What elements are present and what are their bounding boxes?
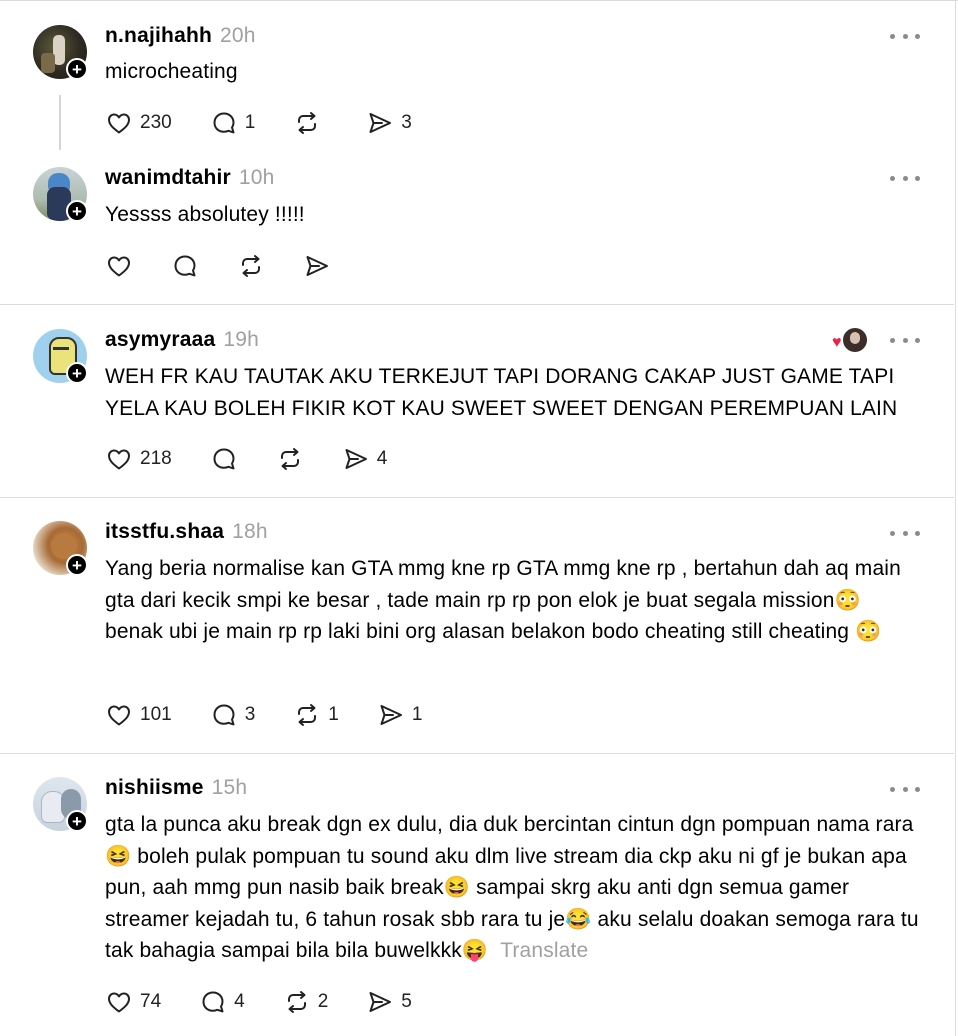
repost-count: 2 [317,991,329,1012]
post-text: microcheating [105,60,238,83]
post-text: Yang beria normalise kan GTA mmg kne rp … [105,557,901,643]
heart-icon [108,992,130,1013]
follow-plus-icon[interactable]: + [66,554,88,576]
post-time: 10h [238,166,275,189]
post-time: 18h [232,520,268,543]
like-button[interactable] [105,252,133,280]
more-options-icon[interactable] [890,782,920,796]
reply-count: 1 [244,112,256,133]
send-icon [380,705,402,725]
reply-button[interactable]: 3 [210,701,256,729]
post-divider [0,753,954,754]
reply-count: 4 [234,991,245,1012]
follow-plus-icon[interactable]: + [66,200,88,222]
author-liked-indicator: ♥ [832,327,868,353]
post-actions [105,251,369,281]
post-actions: 101 3 1 1 [105,700,460,730]
top-border [0,0,958,1]
right-border [955,0,956,1036]
repost-count: 1 [328,704,339,725]
like-button[interactable]: 101 [105,701,172,729]
like-count: 74 [140,991,162,1012]
like-button[interactable]: 218 [105,445,172,473]
repost-button[interactable]: 2 [283,988,329,1016]
reply-button[interactable]: 1 [210,109,256,137]
avatar[interactable]: + [33,167,88,222]
heart-icon [108,113,130,134]
comment-icon [213,448,235,470]
post-text: WEH FR KAU TAUTAK AKU TERKEJUT TAPI DORA… [105,365,898,420]
like-count: 230 [140,112,172,133]
heart-icon [108,449,130,470]
more-options-icon[interactable] [890,526,920,540]
thread-connector [59,95,61,150]
repost-icon [287,991,306,1013]
comment-icon [213,112,235,134]
avatar[interactable]: + [33,25,88,80]
like-button[interactable]: 74 [105,988,161,1016]
post-actions: 230 1 3 [105,108,450,138]
share-count: 1 [411,704,423,725]
post-username[interactable]: itsstfu.shaa 18h [105,520,268,544]
repost-button[interactable] [237,252,265,280]
post-divider [0,304,954,305]
repost-button[interactable] [276,445,304,473]
follow-plus-icon[interactable]: + [66,810,88,832]
reply-count: 3 [244,704,256,725]
more-options-icon[interactable] [890,333,920,347]
share-button[interactable]: 1 [377,701,423,729]
post-actions: 74 4 2 5 [105,987,450,1017]
repost-icon [280,448,299,470]
heart-badge-icon: ♥ [832,334,842,351]
comment-icon [174,255,196,277]
post-username[interactable]: wanimdtahir 10h [105,166,275,190]
repost-icon [242,255,260,277]
post-actions: 218 4 [105,444,425,474]
like-count: 218 [140,448,172,469]
share-count: 4 [376,448,388,469]
avatar[interactable]: + [33,521,88,576]
send-icon [369,992,392,1012]
like-count: 101 [140,704,172,725]
share-button[interactable]: 5 [366,988,412,1016]
share-count: 5 [401,991,412,1012]
comment-icon [202,991,224,1013]
translate-link[interactable]: Translate [500,939,588,962]
heart-icon [108,256,130,277]
share-button[interactable]: 4 [342,445,388,473]
repost-button[interactable] [293,109,328,137]
share-button[interactable]: 3 [366,109,412,137]
comment-icon [213,704,235,726]
reply-button[interactable] [171,252,199,280]
post-time: 15h [211,776,248,799]
repost-icon [298,704,317,726]
avatar[interactable]: + [33,777,88,832]
reply-button[interactable] [210,445,238,473]
follow-plus-icon[interactable]: + [66,362,88,384]
liker-avatar [842,327,868,353]
follow-plus-icon[interactable]: + [66,58,88,80]
send-icon [306,256,328,276]
post-username[interactable]: asymyraaa 19h [105,328,259,352]
post-time: 20h [220,24,256,47]
more-options-icon[interactable] [890,171,920,185]
post-text: Yessss absolutey !!!!! [105,203,305,226]
post-time: 19h [223,328,260,351]
post-divider [0,497,954,498]
more-options-icon[interactable] [890,29,920,43]
like-button[interactable]: 230 [105,109,172,137]
post-username[interactable]: nishiisme 15h [105,776,247,800]
repost-button[interactable]: 1 [293,701,339,729]
share-button[interactable] [303,252,331,280]
send-icon [369,113,392,133]
post-text: gta la punca aku break dgn ex dulu, dia … [105,813,919,962]
repost-icon [298,112,317,134]
avatar[interactable]: + [33,329,88,384]
post-username[interactable]: n.najihahh 20h [105,24,256,48]
send-icon [345,449,367,469]
reply-button[interactable]: 4 [199,988,245,1016]
heart-icon [108,705,130,726]
share-count: 3 [401,112,412,133]
